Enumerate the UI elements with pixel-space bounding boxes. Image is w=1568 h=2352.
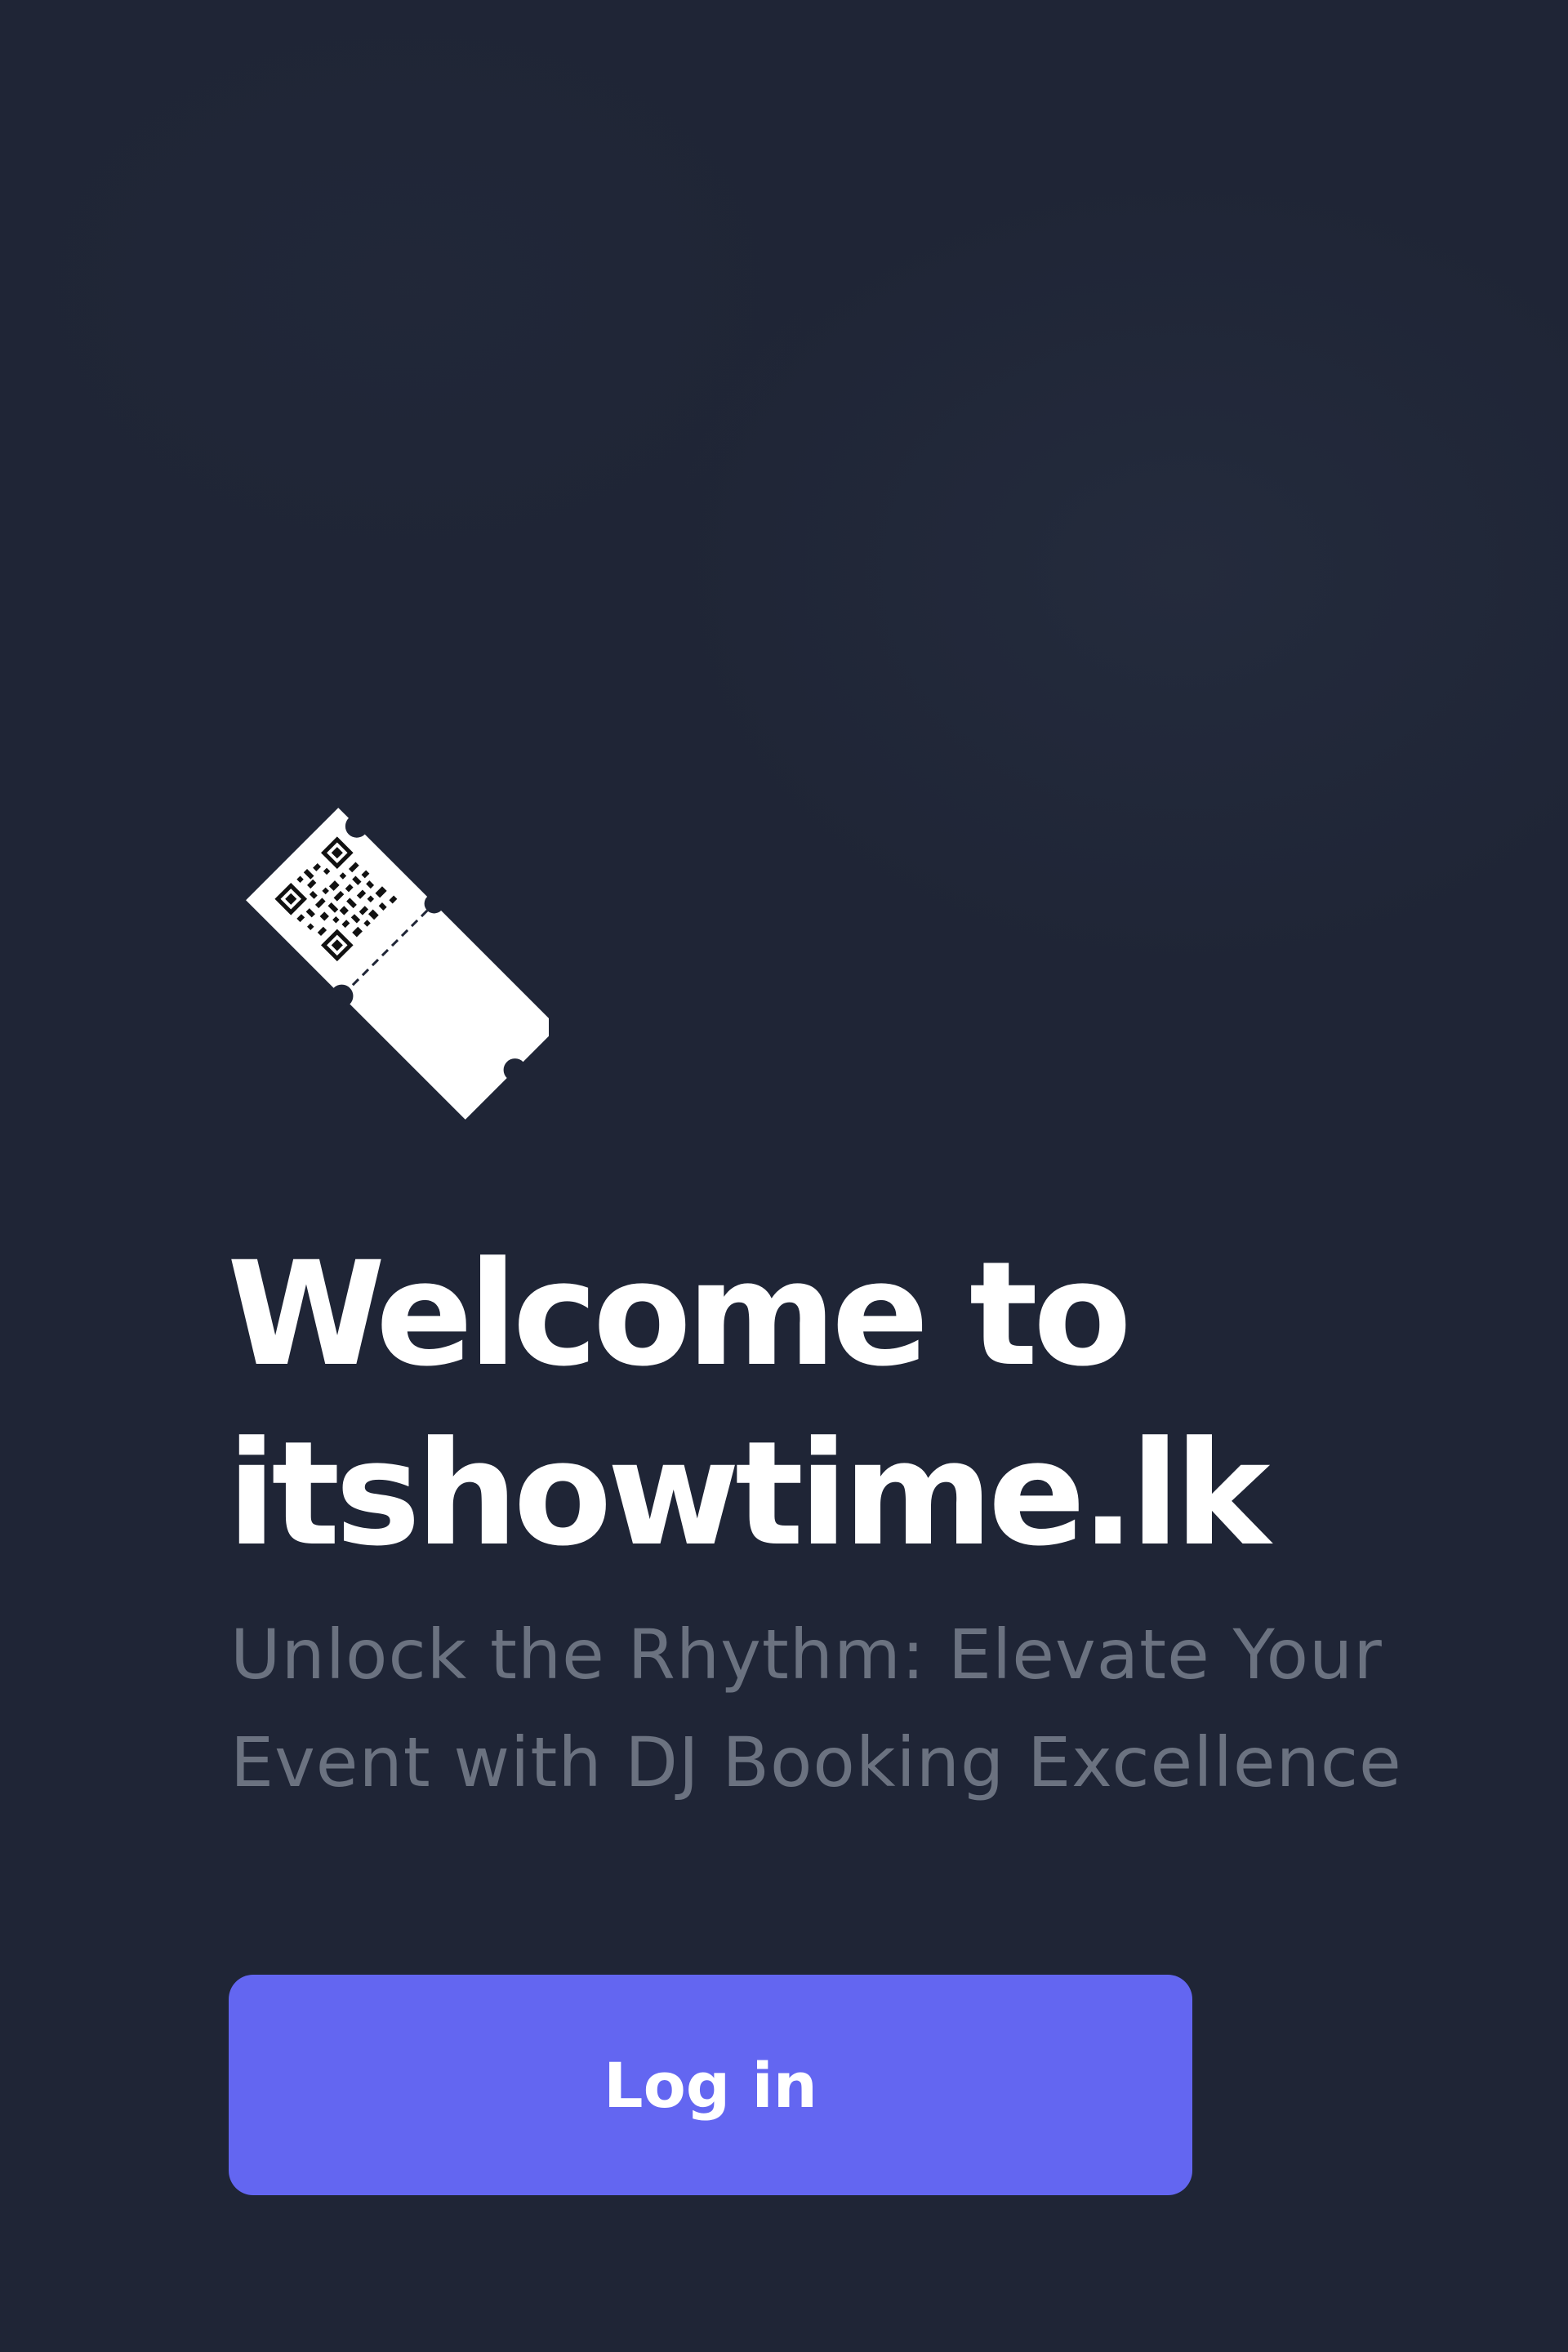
subtitle-line-1: Unlock the Rhythm: Elevate Your xyxy=(230,1615,1383,1695)
page-title: Welcome to itshowtime.lk xyxy=(227,1225,1452,1584)
subtitle-line-2: Event with DJ Booking Excellence xyxy=(230,1722,1402,1802)
title-line-2: itshowtime.lk xyxy=(227,1410,1270,1578)
page-subtitle: Unlock the Rhythm: Elevate Your Event wi… xyxy=(230,1601,1455,1816)
title-line-1: Welcome to xyxy=(227,1231,1132,1398)
welcome-screen: Welcome to itshowtime.lk Unlock the Rhyt… xyxy=(0,0,1568,2352)
login-button[interactable]: Log in xyxy=(229,1975,1192,2195)
ticket-qr-icon xyxy=(246,808,549,1120)
login-button-label: Log in xyxy=(604,2048,817,2122)
